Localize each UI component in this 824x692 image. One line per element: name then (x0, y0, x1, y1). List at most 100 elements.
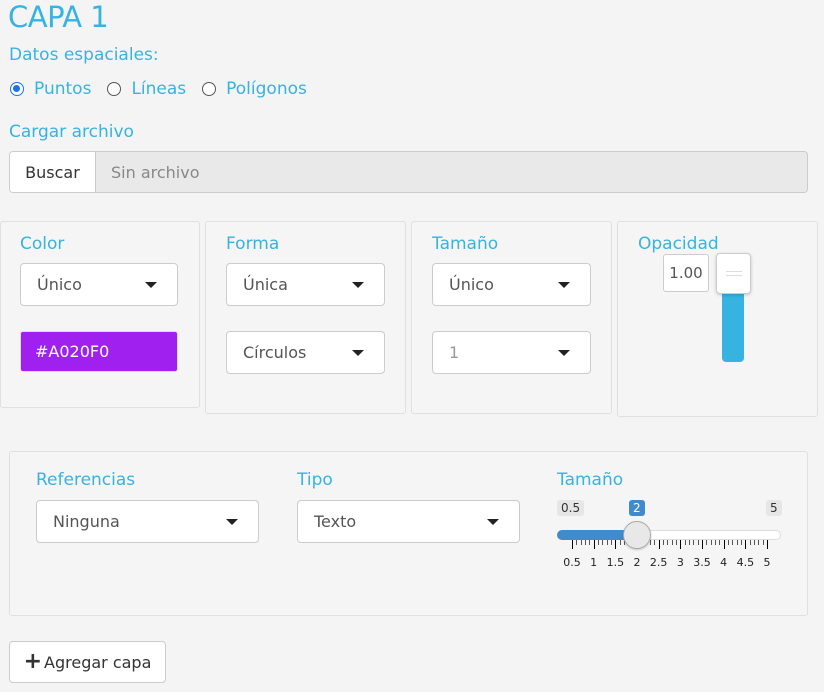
radio-polygons-label: Polígonos (226, 79, 307, 99)
radio-unchecked-icon (107, 82, 122, 96)
references-select[interactable]: Ninguna (36, 500, 259, 543)
references-value: Ninguna (53, 512, 120, 531)
slider-tick-label: 3 (676, 556, 684, 569)
layer-title: CAPA 1 (8, 0, 109, 34)
slider-minor-tick (667, 540, 669, 545)
slider-minor-tick (676, 540, 677, 545)
slider-major-tick (680, 540, 682, 549)
radio-points[interactable]: Puntos (10, 79, 91, 99)
slider-major-tick (572, 540, 573, 549)
radio-lines-label: Líneas (131, 79, 187, 99)
slider-minor-tick (736, 540, 738, 545)
slider-minor-tick (728, 540, 729, 545)
slider-minor-tick (650, 540, 651, 545)
slider-tick-label: 2.5 (649, 556, 668, 569)
label-size-label: Tamaño (557, 470, 624, 490)
shape-mode-select[interactable]: Única (226, 263, 385, 306)
size-mode-select[interactable]: Único (432, 263, 591, 306)
slider-major-tick (593, 540, 595, 549)
spatial-radio-group: Puntos Líneas Polígonos (10, 78, 323, 100)
type-select[interactable]: Texto (297, 500, 520, 543)
shape-value: Círculos (243, 343, 307, 362)
caret-down-icon (558, 349, 570, 356)
add-layer-button[interactable]: + Agregar capa (9, 641, 166, 683)
radio-lines[interactable]: Líneas (107, 79, 186, 99)
caret-down-icon (487, 518, 499, 525)
upload-label: Cargar archivo (9, 122, 134, 142)
slider-minor-tick (611, 540, 612, 545)
slider-minor-tick (706, 540, 708, 545)
radio-polygons[interactable]: Polígonos (202, 79, 307, 99)
file-input: Buscar Sin archivo (9, 151, 808, 193)
slider-minor-tick (754, 540, 755, 545)
caret-down-icon (558, 281, 570, 288)
slider-major-tick (615, 540, 617, 549)
slider-tick-label: 1 (590, 556, 598, 569)
slider-major-tick (723, 540, 725, 549)
shape-label: Forma (226, 234, 280, 254)
slider-minor-tick (741, 540, 742, 545)
shape-select[interactable]: Círculos (226, 331, 385, 374)
size-mode-value: Único (449, 275, 494, 294)
slider-major-tick (658, 540, 660, 549)
caret-down-icon (145, 281, 157, 288)
slider-minor-tick (671, 540, 673, 545)
slider-minor-tick (602, 540, 604, 545)
slider-minor-tick (732, 540, 734, 545)
slider-minor-tick (710, 540, 712, 545)
color-mode-value: Único (37, 275, 82, 294)
slider-minor-tick (619, 540, 621, 545)
slider-tick-label: 2 (633, 556, 641, 569)
slider-minor-tick (693, 540, 695, 545)
slider-minor-tick (758, 540, 760, 545)
caret-down-icon (352, 281, 364, 288)
slider-min-badge: 0.5 (557, 500, 585, 516)
file-name-field[interactable]: Sin archivo (96, 152, 807, 192)
slider-tick-label: 0.5 (563, 556, 581, 569)
type-value: Texto (314, 512, 357, 531)
opacity-slider-handle[interactable] (716, 253, 751, 294)
slider-minor-tick (585, 540, 586, 545)
slider-tick-label: 3.5 (693, 556, 711, 569)
slider-minor-tick (589, 540, 591, 545)
opacity-label: Opacidad (638, 234, 719, 254)
slider-minor-tick (719, 540, 721, 545)
radio-points-label: Puntos (34, 79, 92, 99)
caret-down-icon (226, 518, 238, 525)
type-label: Tipo (297, 470, 333, 490)
add-layer-label: Agregar capa (44, 652, 152, 672)
spatial-data-label: Datos espaciales: (9, 45, 159, 65)
slider-minor-tick (749, 540, 751, 545)
slider-minor-tick (663, 540, 664, 545)
slider-max-badge: 5 (766, 500, 782, 516)
slider-value-badge: 2 (629, 500, 645, 516)
slider-major-tick (745, 540, 747, 549)
color-picker[interactable]: #A020F0 (20, 331, 178, 372)
size-slider-handle[interactable] (623, 521, 651, 549)
slider-major-tick (767, 540, 768, 549)
slider-minor-tick (654, 540, 656, 545)
color-mode-select[interactable]: Único (20, 263, 178, 306)
size-value-select[interactable]: 1 (432, 331, 591, 374)
references-label: Referencias (36, 470, 136, 490)
slider-major-tick (702, 540, 703, 549)
caret-down-icon (352, 349, 364, 356)
slider-minor-tick (580, 540, 582, 545)
radio-checked-icon (10, 82, 24, 96)
slider-minor-tick (689, 540, 690, 545)
opacity-value-input[interactable]: 1.00 (663, 254, 709, 292)
slider-minor-tick (684, 540, 686, 545)
shape-mode-value: Única (243, 275, 288, 294)
browse-button[interactable]: Buscar (10, 152, 96, 192)
slider-minor-tick (576, 540, 578, 545)
radio-unchecked-icon (202, 82, 217, 96)
slider-tick-label: 4 (720, 556, 728, 569)
size-value: 1 (449, 343, 460, 362)
slider-tick-label: 5 (763, 556, 771, 569)
slider-minor-tick (598, 540, 599, 545)
size-label: Tamaño (432, 234, 499, 254)
plus-icon: + (23, 649, 43, 674)
slider-minor-tick (715, 540, 716, 545)
slider-tick-label: 4.5 (736, 556, 755, 569)
slider-minor-tick (606, 540, 608, 545)
